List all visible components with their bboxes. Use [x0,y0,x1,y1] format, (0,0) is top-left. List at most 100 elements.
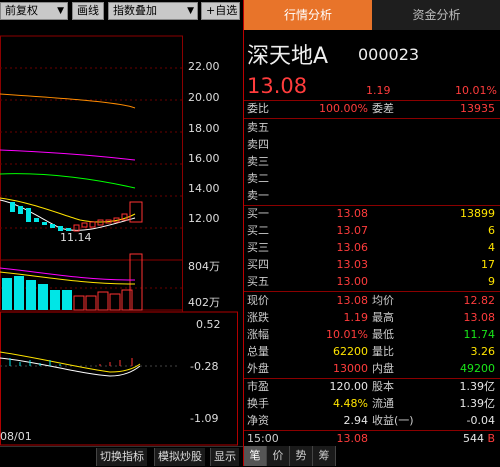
stat-value: 12.82 [463,294,496,307]
stat-value: 62200 [333,345,368,358]
bid-price: 13.08 [336,207,369,220]
ask-row: 卖二 [244,171,500,187]
current-price: 13.08 [247,74,308,98]
stat-row: 涨幅 10.01% 最低 11.74 [244,327,500,343]
stock-name: 深天地A [247,44,329,69]
chart-bottom-bar: 切换指标 模拟炒股 显示 [0,446,243,467]
tab-ticks[interactable]: 笔 [244,446,267,466]
volume-bars [0,253,143,311]
trade-time: 15:00 [247,432,279,445]
macd-axis-tick: -0.28 [190,360,219,373]
volume-axis-tick: 402万 [188,296,220,309]
stat-value: 13.08 [336,294,369,307]
overlay-label: 指数叠加 [113,4,157,17]
bid-price: 13.03 [336,258,369,271]
trade-price: 13.08 [336,432,369,445]
ask-row: 卖四 [244,137,500,153]
weibi-label: 委比 [247,102,269,115]
stat-row: 涨跌 1.19 最高 13.08 [244,310,500,326]
stat-label: 流通 [372,397,394,410]
macd-panel [0,351,180,377]
trade-side: B [487,432,495,445]
chevron-down-icon: ▼ [187,6,194,16]
stat-value: 1.39亿 [459,397,496,410]
stat-label: 涨跌 [247,311,269,324]
add-watchlist-button[interactable]: +自选 [201,2,240,20]
stock-code: 000023 [358,45,420,64]
quote-panel: 行情分析 资金分析 深天地A 000023 13.08 1.19 10.01% … [243,0,500,466]
bid-label: 买三 [247,241,269,254]
adjust-dropdown[interactable]: 前复权 ▼ [0,2,68,20]
weibi-row: 委比 100.00% 委差 13935 [244,101,500,117]
bid-volume: 4 [488,241,495,254]
bid-row: 买四 13.03 17 [244,257,500,273]
stat-label: 最低 [372,328,394,341]
bid-price: 13.00 [336,275,369,288]
chevron-down-icon: ▼ [57,6,64,16]
price-change-pct: 10.01% [455,84,497,97]
macd-axis-tick: -1.09 [190,412,219,425]
price-axis-tick: 18.00 [188,122,220,135]
bid-price: 13.06 [336,241,369,254]
bid-row: 买五 13.00 9 [244,274,500,290]
draw-line-button[interactable]: 画线 [72,2,104,20]
price-axis-tick: 16.00 [188,152,220,165]
tab-market-analysis[interactable]: 行情分析 [244,0,372,30]
tab-chips[interactable]: 筹 [313,446,336,466]
stat-value: 49200 [460,362,495,375]
display-button[interactable]: 显示 [210,448,239,466]
stat-value: 4.48% [333,397,368,410]
tab-price[interactable]: 价 [267,446,290,466]
stat-value: 10.01% [326,328,368,341]
price-axis-tick: 22.00 [188,60,220,73]
tab-fund-analysis[interactable]: 资金分析 [372,0,500,30]
stat-label: 内盘 [372,362,394,375]
ma5-line [0,199,136,231]
bid-label: 买五 [247,275,269,288]
stat-row: 现价 13.08 均价 12.82 [244,293,500,309]
stat-value: 2.94 [343,414,369,427]
ma60-line [0,173,136,189]
stat-label: 外盘 [247,362,269,375]
kline-chart[interactable]: 11.14 22.00 20.00 18.00 16.00 14.00 12.0… [0,22,240,446]
simulate-trading-button[interactable]: 模拟炒股 [154,448,205,466]
candles [10,201,143,232]
ask-label: 卖四 [247,138,269,151]
chart-canvas: 11.14 [0,35,238,446]
bid-row: 买一 13.08 13899 [244,206,500,222]
volume-axis-tick: 804万 [188,260,220,273]
ask-row: 卖三 [244,154,500,170]
price-axis-tick: 20.00 [188,91,220,104]
stat-label: 股本 [372,380,394,393]
stat-label: 涨幅 [247,328,269,341]
date-label: 08/01 [0,430,32,443]
weicha-value: 13935 [460,102,495,115]
bid-volume: 13899 [460,207,495,220]
ma120-line [0,93,136,109]
stat-row: 净资 2.94 收益(一) -0.04 [244,413,500,429]
stat-label: 均价 [372,294,394,307]
trade-volume: 544 [462,432,484,445]
ask-row: 卖五 [244,120,500,136]
stat-label: 换手 [247,397,269,410]
bid-row: 买二 13.07 6 [244,223,500,239]
stat-label: 收益(一) [372,414,414,427]
bid-label: 买四 [247,258,269,271]
bid-label: 买一 [247,207,269,220]
stat-label: 总量 [247,345,269,358]
switch-indicator-button[interactable]: 切换指标 [96,448,147,466]
index-overlay-dropdown[interactable]: 指数叠加 ▼ [108,2,198,20]
weibi-value: 100.00% [319,102,368,115]
stat-label: 最高 [372,311,394,324]
stat-value: 1.19 [343,311,369,324]
macd-axis-tick: 0.52 [196,318,221,331]
stat-value: 1.39亿 [459,380,496,393]
stat-value: 120.00 [329,380,369,393]
bid-volume: 6 [488,224,495,237]
stat-row: 市盈 120.00 股本 1.39亿 [244,379,500,395]
ask-label: 卖五 [247,121,269,134]
ask-label: 卖二 [247,172,269,185]
tab-trend[interactable]: 势 [290,446,313,466]
stat-value: 13.08 [463,311,496,324]
stat-label: 量比 [372,345,394,358]
